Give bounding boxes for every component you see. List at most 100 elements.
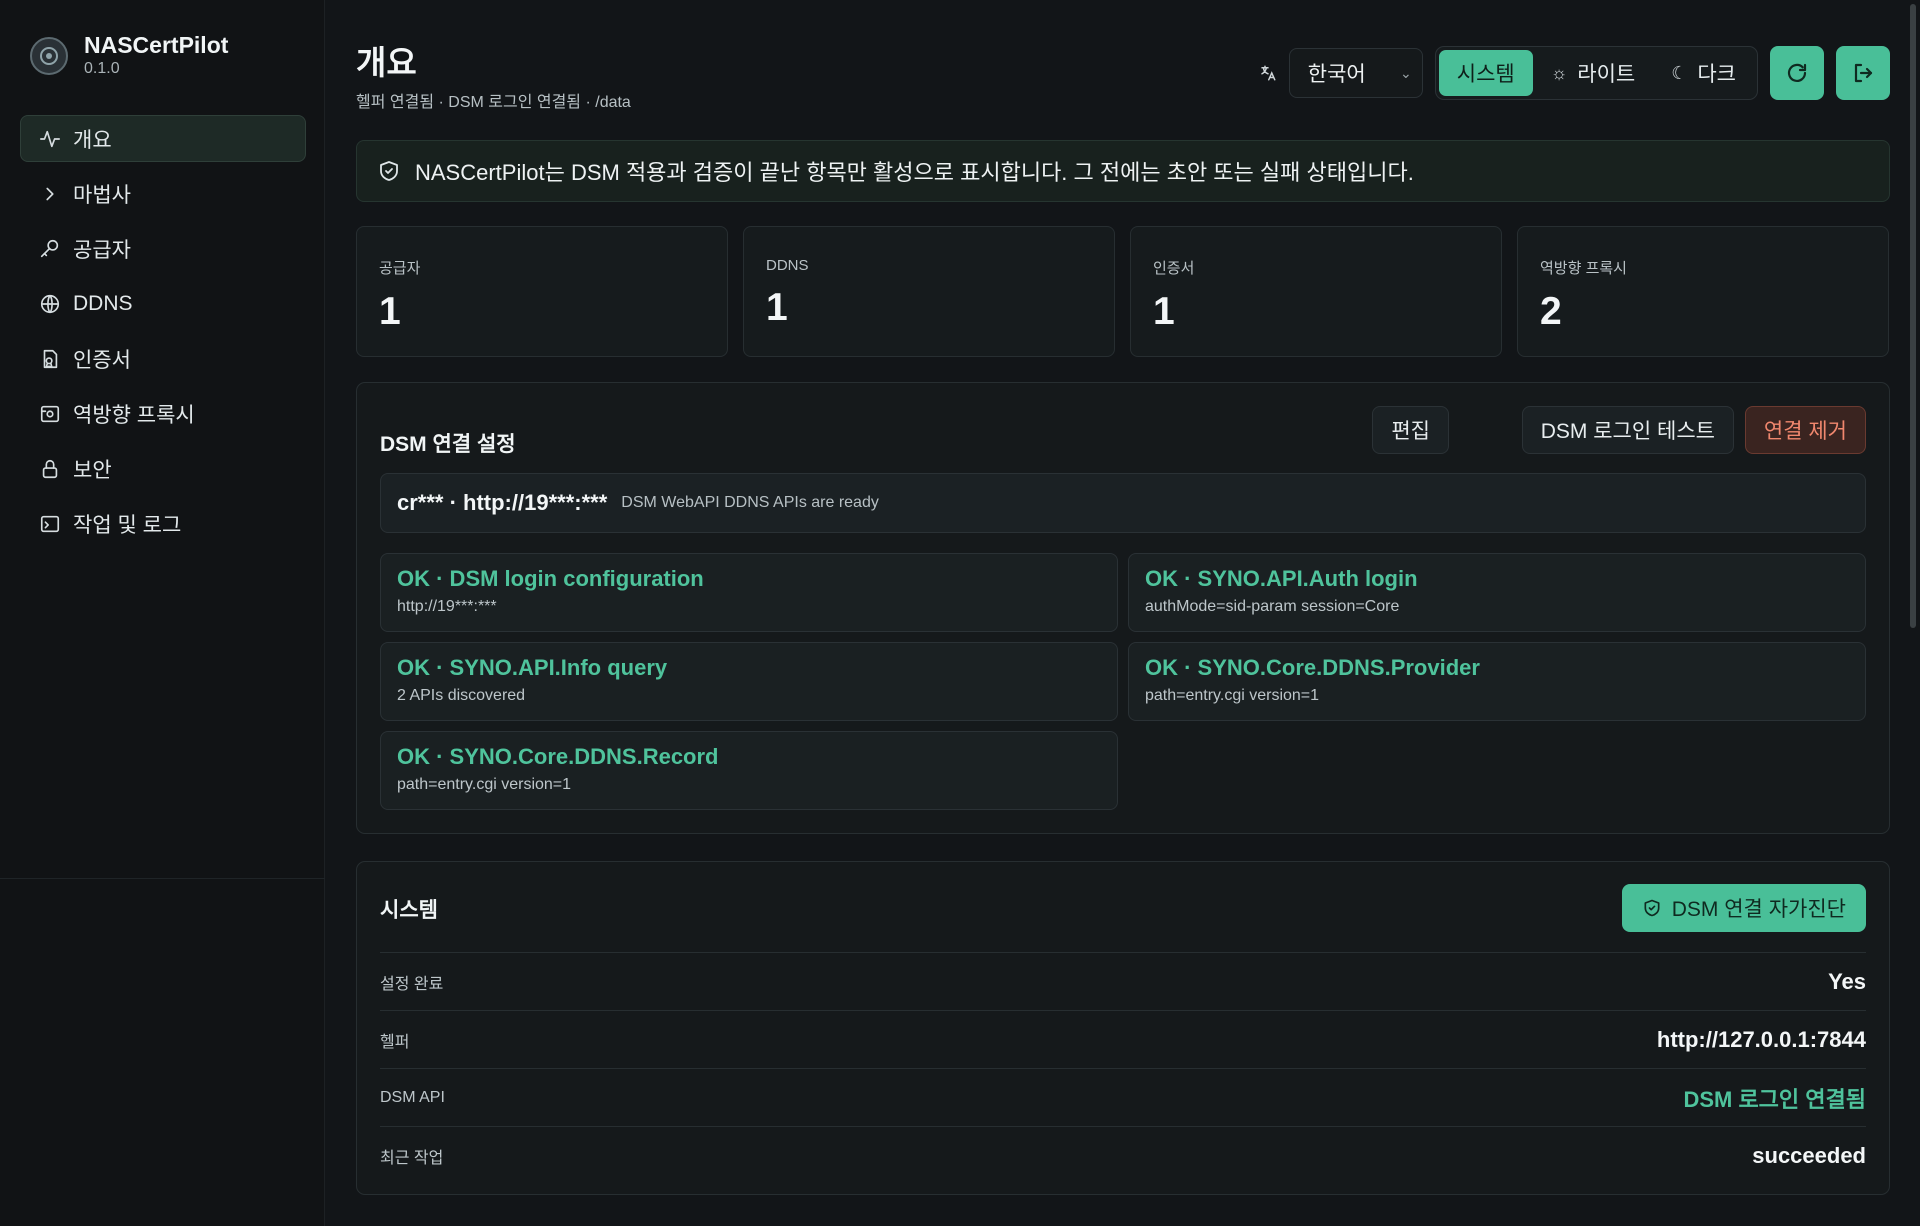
stat-label: DDNS — [766, 257, 809, 274]
theme-light-label: 라이트 — [1577, 63, 1636, 86]
brand[interactable]: NASCertPilot 0.1.0 — [30, 32, 228, 80]
activity-icon — [39, 128, 61, 150]
stat-label: 인증서 — [1153, 260, 1195, 277]
sidebar-divider — [0, 878, 325, 879]
theme-system-button[interactable]: 시스템 — [1438, 50, 1533, 96]
check-title: OK · SYNO.Core.DDNS.Record — [397, 744, 719, 769]
dsm-login-test-button[interactable]: DSM 로그인 테스트 — [1521, 406, 1734, 454]
certificate-icon — [39, 348, 61, 370]
shield-check-icon — [1644, 899, 1660, 917]
language-select[interactable]: 한국어 ⌄ — [1288, 48, 1423, 98]
stat-card-ddns: DDNS 1 — [743, 226, 1115, 357]
stat-value: 1 — [379, 290, 401, 333]
system-row-dsm-api: DSM API DSM 로그인 연결됨 — [380, 1068, 1866, 1126]
lock-icon — [39, 458, 61, 480]
refresh-button[interactable] — [1770, 46, 1824, 100]
brand-version: 0.1.0 — [84, 60, 120, 77]
check-title: OK · SYNO.API.Info query — [397, 655, 668, 680]
refresh-icon — [1787, 63, 1807, 82]
sidebar: NASCertPilot 0.1.0 개요 마법사 공급자 DDNS 인증서 역… — [0, 0, 325, 1226]
sidebar-item-reverse-proxy[interactable]: 역방향 프록시 — [20, 390, 306, 437]
system-panel: 시스템 DSM 연결 자가진단 설정 완료 Yes 헬퍼 http://127.… — [356, 861, 1890, 1195]
sidebar-item-label: DDNS — [73, 291, 133, 315]
system-key: DSM API — [380, 1088, 445, 1106]
system-key: 최근 작업 — [380, 1149, 444, 1167]
sidebar-item-label: 역방향 프록시 — [73, 403, 195, 427]
stat-value: 1 — [1153, 290, 1175, 333]
check-detail: 2 APIs discovered — [397, 687, 526, 704]
check-item: OK · SYNO.API.Info query 2 APIs discover… — [380, 642, 1118, 721]
logo-icon — [30, 37, 68, 75]
remove-connection-button[interactable]: 연결 제거 — [1744, 406, 1866, 454]
sidebar-item-label: 공급자 — [73, 238, 131, 262]
diag-label: DSM 연결 자가진단 — [1671, 898, 1846, 921]
check-item: OK · SYNO.Core.DDNS.Provider path=entry.… — [1128, 642, 1866, 721]
connection-note: DSM WebAPI DDNS APIs are ready — [621, 494, 879, 511]
language-value: 한국어 — [1307, 63, 1366, 86]
stat-label: 공급자 — [379, 260, 421, 277]
logout-icon — [1854, 63, 1873, 83]
check-item: OK · SYNO.API.Auth login authMode=sid-pa… — [1128, 553, 1866, 632]
theme-switcher: 시스템 ☼ 라이트 ☾ 다크 — [1434, 46, 1758, 100]
page-subtitle: 헬퍼 연결됨 · DSM 로그인 연결됨 · /data — [356, 94, 631, 111]
dsm-self-diagnosis-button[interactable]: DSM 연결 자가진단 — [1621, 884, 1866, 932]
check-detail: http://19***:*** — [397, 598, 497, 615]
check-detail: path=entry.cgi version=1 — [397, 776, 572, 793]
system-row-setup: 설정 완료 Yes — [380, 952, 1866, 1010]
sidebar-item-overview[interactable]: 개요 — [20, 115, 306, 162]
topbar: 한국어 ⌄ 시스템 ☼ 라이트 ☾ 다크 — [1257, 46, 1890, 100]
system-value: http://127.0.0.1:7844 — [1656, 1026, 1866, 1052]
sidebar-item-label: 작업 및 로그 — [73, 513, 182, 537]
check-item: OK · SYNO.Core.DDNS.Record path=entry.cg… — [380, 731, 1118, 810]
system-panel-title: 시스템 — [380, 899, 438, 922]
sidebar-item-jobs-logs[interactable]: 작업 및 로그 — [20, 500, 306, 547]
sun-icon: ☼ — [1550, 62, 1568, 83]
notice-text: NASCertPilot는 DSM 적용과 검증이 끝난 항목만 활성으로 표시… — [415, 160, 1414, 185]
connection-target: cr*** · http://19***:*** — [397, 490, 608, 515]
check-title: OK · SYNO.Core.DDNS.Provider — [1145, 655, 1480, 680]
theme-dark-button[interactable]: ☾ 다크 — [1653, 50, 1754, 96]
dsm-panel-title: DSM 연결 설정 — [380, 433, 516, 456]
theme-dark-label: 다크 — [1697, 63, 1736, 86]
theme-system-label: 시스템 — [1456, 63, 1515, 86]
system-row-helper: 헬퍼 http://127.0.0.1:7844 — [380, 1010, 1866, 1068]
brand-name: NASCertPilot — [84, 32, 229, 58]
connection-summary: cr*** · http://19***:*** DSM WebAPI DDNS… — [380, 473, 1866, 533]
stat-label: 역방향 프록시 — [1540, 260, 1627, 277]
theme-light-button[interactable]: ☼ 라이트 — [1533, 50, 1653, 96]
proxy-icon — [39, 403, 61, 425]
chevron-down-icon: ⌄ — [1400, 64, 1412, 81]
sidebar-item-ddns[interactable]: DDNS — [20, 280, 306, 327]
status-notice: NASCertPilot는 DSM 적용과 검증이 끝난 항목만 활성으로 표시… — [356, 140, 1890, 202]
key-icon — [39, 238, 61, 260]
stat-value: 1 — [766, 286, 788, 329]
page-title: 개요 — [356, 44, 417, 81]
stat-card-certificates: 인증서 1 — [1130, 226, 1502, 357]
shield-check-icon — [377, 159, 401, 183]
globe-icon — [39, 293, 61, 315]
sidebar-item-wizard[interactable]: 마법사 — [20, 170, 306, 217]
check-title: OK · SYNO.API.Auth login — [1145, 566, 1418, 591]
sidebar-item-label: 인증서 — [73, 348, 131, 372]
sidebar-item-security[interactable]: 보안 — [20, 445, 306, 492]
stat-value: 2 — [1540, 290, 1562, 333]
sidebar-item-label: 개요 — [73, 128, 112, 152]
sidebar-item-label: 보안 — [73, 458, 112, 482]
system-row-recent-job: 최근 작업 succeeded — [380, 1126, 1866, 1184]
check-title: OK · DSM login configuration — [397, 566, 704, 591]
stat-card-reverse-proxy: 역방향 프록시 2 — [1517, 226, 1889, 357]
logout-button[interactable] — [1836, 46, 1890, 100]
edit-button[interactable]: 편집 — [1372, 406, 1449, 454]
sidebar-item-label: 마법사 — [73, 183, 131, 207]
sidebar-item-certificates[interactable]: 인증서 — [20, 335, 306, 382]
system-value: Yes — [1828, 968, 1866, 994]
check-item: OK · DSM login configuration http://19**… — [380, 553, 1118, 632]
sidebar-item-providers[interactable]: 공급자 — [20, 225, 306, 272]
scrollbar[interactable] — [1910, 4, 1916, 628]
system-key: 헬퍼 — [380, 1033, 410, 1051]
dsm-connection-panel: DSM 연결 설정 편집 DSM 로그인 테스트 연결 제거 cr*** · h… — [356, 382, 1890, 834]
system-value: succeeded — [1752, 1142, 1866, 1168]
check-detail: authMode=sid-param session=Core — [1145, 598, 1400, 615]
system-value: DSM 로그인 연결됨 — [1683, 1086, 1866, 1112]
chevron-right-icon — [39, 183, 61, 205]
